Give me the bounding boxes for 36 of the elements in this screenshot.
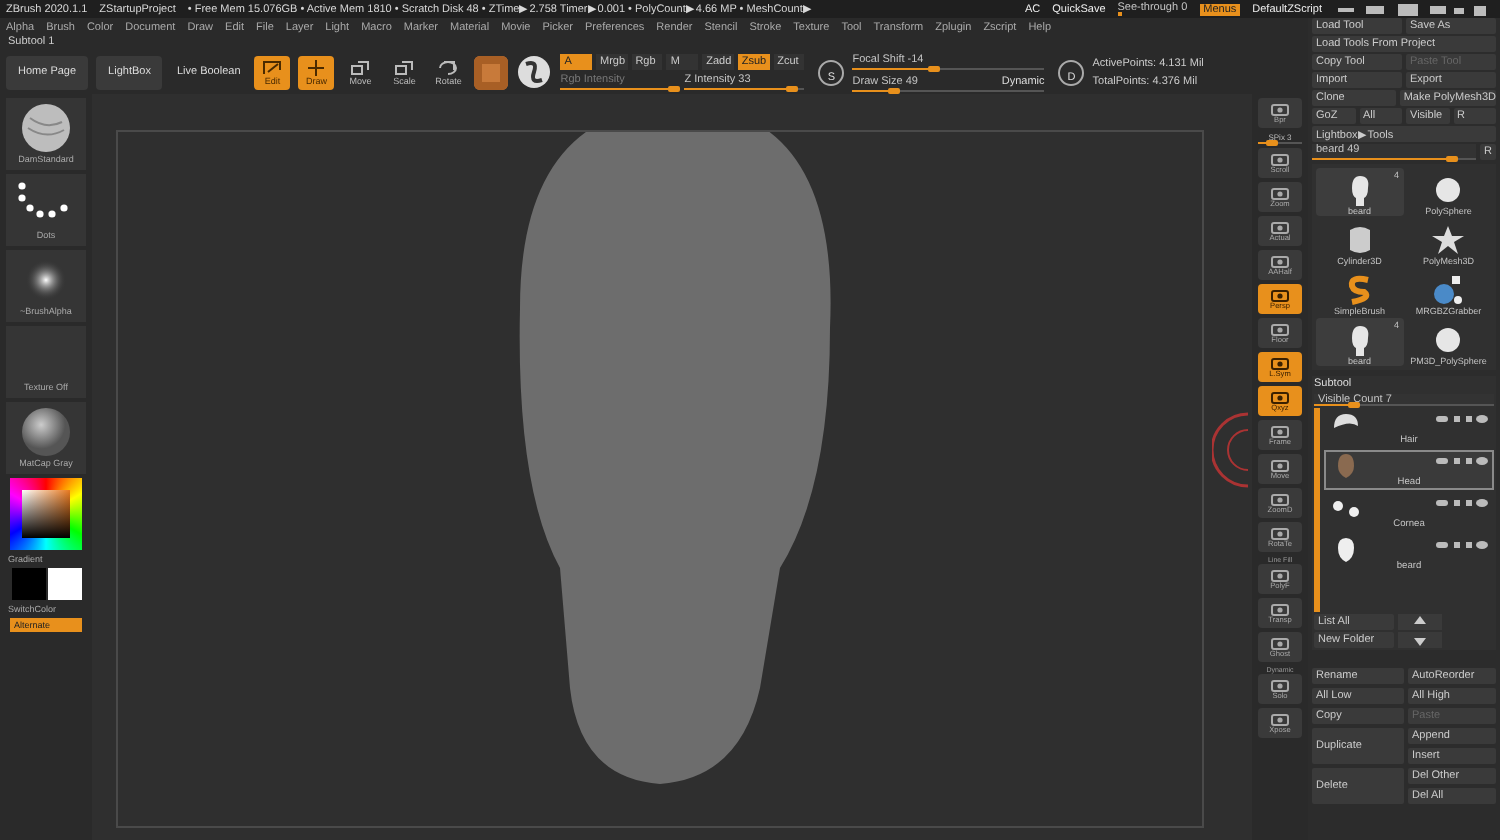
dot-frame-icon bbox=[1270, 255, 1290, 267]
dot-frame-icon bbox=[1270, 637, 1290, 649]
move-down-icon[interactable] bbox=[1398, 632, 1442, 648]
move-tool-icon bbox=[350, 59, 371, 75]
visibility-toggles-icon[interactable] bbox=[1436, 498, 1488, 508]
visibility-toggles-icon[interactable] bbox=[1436, 456, 1488, 466]
visibility-toggles-icon[interactable] bbox=[1436, 540, 1488, 550]
dot-frame-icon bbox=[1270, 289, 1290, 301]
edit-tool-icon bbox=[262, 59, 283, 75]
dot-frame-icon bbox=[1270, 527, 1290, 539]
eyes-thumbnail-icon bbox=[1330, 496, 1362, 520]
draw-tool-icon bbox=[306, 59, 327, 75]
dot-frame-icon bbox=[1270, 493, 1290, 505]
dot-frame-icon bbox=[1270, 357, 1290, 369]
dot-frame-icon bbox=[1270, 103, 1290, 115]
dot-frame-icon bbox=[1270, 459, 1290, 471]
scale-tool-icon bbox=[394, 59, 415, 75]
dot-frame-icon bbox=[1270, 425, 1290, 437]
color-swatches[interactable] bbox=[11, 568, 81, 600]
dot-frame-icon bbox=[1270, 603, 1290, 615]
sphere-swirl-icon[interactable] bbox=[516, 54, 553, 90]
dot-frame-icon bbox=[1270, 713, 1290, 725]
star-thumbnail-icon bbox=[1428, 224, 1469, 256]
dot-frame-icon bbox=[1270, 187, 1290, 199]
ring-marker-icon bbox=[1212, 410, 1252, 490]
move-up-icon[interactable] bbox=[1398, 614, 1442, 630]
color-picker[interactable] bbox=[10, 478, 82, 550]
material-swatch[interactable] bbox=[474, 55, 509, 89]
dot-frame-icon bbox=[1270, 323, 1290, 335]
dot-frame-icon bbox=[1270, 569, 1290, 581]
rotate-tool-icon bbox=[438, 59, 459, 75]
dot-frame-icon bbox=[1270, 221, 1290, 233]
dot-frame-icon bbox=[1270, 153, 1290, 165]
dot-frame-icon bbox=[1270, 391, 1290, 403]
dot-frame-icon bbox=[1270, 679, 1290, 691]
visibility-toggles-icon[interactable] bbox=[1436, 414, 1488, 424]
